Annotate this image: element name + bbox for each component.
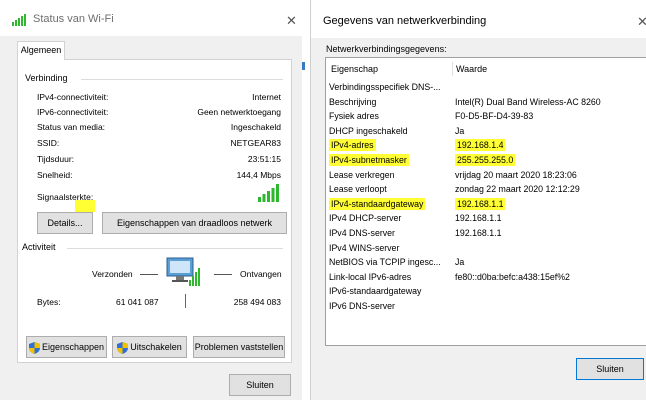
property-name: IPv6-standaardgateway [329, 286, 422, 297]
section-label: Netwerkverbindingsgegevens: [326, 44, 447, 54]
sent-label: Verzonden [92, 269, 133, 279]
group-divider [81, 79, 283, 80]
property-value: 192.168.1.1 [455, 197, 506, 210]
column-separator[interactable] [452, 62, 453, 76]
details-row[interactable]: Verbindingsspecifiek DNS-... [326, 81, 646, 93]
wifi-signal-icon [12, 14, 26, 26]
close-icon[interactable]: ✕ [286, 14, 297, 27]
column-header-value[interactable]: Waarde [456, 64, 487, 74]
property-value: 192.168.1.4 [455, 139, 506, 152]
row-label: Snelheid: [37, 170, 73, 180]
general-tab-panel: Verbinding IPv4-connectiviteit: Internet… [17, 59, 292, 363]
property-name: IPv4-standaardgateway [329, 197, 426, 210]
property-name: IPv6 DNS-server [329, 301, 395, 311]
uac-shield-icon [117, 341, 129, 354]
group-divider [67, 248, 283, 249]
row-value: Geen netwerktoegang [197, 107, 281, 117]
details-row[interactable]: IPv4-adres 192.168.1.4 [326, 139, 646, 152]
details-row[interactable]: IPv6 DNS-server [326, 300, 646, 312]
tab-general[interactable]: Algemeen [17, 41, 65, 60]
connection-group-label: Verbinding [25, 73, 71, 83]
property-value: 255.255.255.0 [455, 154, 516, 166]
details-row[interactable]: Link-local IPv6-adres fe80::d0ba:befc:a43… [326, 271, 646, 283]
row-value: Internet [252, 92, 281, 102]
net-titlebar: Gegevens van netwerkverbinding ✕ [311, 0, 646, 38]
details-row[interactable]: Fysiek adres F0-D5-BF-D4-39-83 [326, 110, 646, 122]
row-label: SSID: [37, 138, 60, 148]
property-name: Lease verloopt [329, 184, 387, 195]
property-name: Fysiek adres [329, 111, 379, 122]
row-label: Status van media: [37, 122, 106, 132]
property-name: DHCP ingeschakeld [329, 125, 408, 136]
close-button[interactable]: Sluiten [576, 358, 644, 380]
details-row[interactable]: IPv6-standaardgateway [326, 285, 646, 297]
row-label: IPv4-connectiviteit: [37, 92, 109, 102]
property-value: Ja [455, 125, 465, 136]
property-name: IPv4-adres [329, 139, 376, 152]
wifi-titlebar: Status van Wi-Fi ✕ [0, 0, 302, 36]
network-computer-icon [166, 257, 200, 286]
property-name: IPv4 WINS-server [329, 242, 400, 253]
uac-shield-icon [28, 341, 40, 354]
bytes-divider [185, 294, 186, 308]
property-name: Lease verkregen [329, 169, 395, 180]
row-value: NETGEAR83 [230, 138, 281, 148]
row-label: Tijdsduur: [37, 154, 75, 164]
details-row[interactable]: IPv4 WINS-server [326, 242, 646, 254]
details-button[interactable]: Details... [37, 212, 93, 234]
details-row[interactable]: NetBIOS via TCPIP ingesc... Ja [326, 256, 646, 268]
property-value: Ja [455, 257, 465, 268]
sent-line [140, 274, 158, 275]
diagnose-button[interactable]: Problemen vaststellen [193, 336, 285, 358]
property-value: vrijdag 20 maart 2020 18:23:06 [455, 169, 577, 180]
disable-button[interactable]: Uitschakelen [112, 336, 187, 358]
properties-button-label: Eigenschappen [41, 342, 105, 352]
row-label: IPv6-connectiviteit: [37, 107, 109, 117]
property-name: NetBIOS via TCPIP ingesc... [329, 257, 441, 268]
details-row[interactable]: IPv4-subnetmasker 255.255.255.0 [326, 154, 646, 166]
property-value: zondag 22 maart 2020 12:12:29 [455, 184, 580, 195]
network-details-window: Gegevens van netwerkverbinding ✕ Netwerk… [310, 0, 646, 400]
property-name: IPv4 DHCP-server [329, 213, 402, 224]
details-row[interactable]: IPv4 DHCP-server 192.168.1.1 [326, 212, 646, 224]
received-label: Ontvangen [240, 269, 282, 279]
activity-group-label: Activiteit [22, 242, 59, 252]
close-icon[interactable]: ✕ [637, 15, 646, 28]
window-title: Gegevens van netwerkverbinding [323, 15, 487, 27]
property-value: F0-D5-BF-D4-39-83 [455, 111, 534, 122]
window-title: Status van Wi-Fi [33, 13, 114, 25]
details-row[interactable]: IPv4 DNS-server 192.168.1.1 [326, 227, 646, 239]
column-header-property[interactable]: Eigenschap [331, 64, 378, 74]
signal-strength-icon [258, 184, 279, 202]
details-row[interactable]: Lease verloopt zondag 22 maart 2020 12:12… [326, 183, 646, 195]
property-value: Intel(R) Dual Band Wireless-AC 8260 [455, 96, 601, 107]
received-line [214, 274, 232, 275]
bytes-label: Bytes: [37, 297, 61, 307]
property-name: Link-local IPv6-adres [329, 271, 412, 282]
bytes-received-value: 258 494 083 [233, 297, 281, 307]
wireless-properties-button[interactable]: Eigenschappen van draadloos netwerk [102, 212, 287, 234]
property-value: 192.168.1.1 [455, 213, 502, 224]
details-row[interactable]: Lease verkregen vrijdag 20 maart 2020 18:… [326, 169, 646, 181]
details-row[interactable]: IPv4-standaardgateway 192.168.1.1 [326, 197, 646, 210]
details-list[interactable]: Eigenschap Waarde Verbindingsspecifiek D… [325, 57, 646, 346]
disable-button-label: Uitschakelen [130, 342, 182, 352]
row-value: Ingeschakeld [230, 122, 281, 132]
row-value: 23:51:15 [247, 154, 281, 164]
row-value: 144,4 Mbps [236, 170, 281, 180]
wifi-status-window: Status van Wi-Fi ✕ Algemeen Verbinding I… [0, 0, 302, 400]
property-name: Verbindingsspecifiek DNS-... [329, 82, 441, 92]
close-button[interactable]: Sluiten [229, 374, 291, 396]
property-name: Beschrijving [329, 96, 377, 107]
bytes-sent-value: 61 041 087 [116, 297, 159, 307]
property-value: 192.168.1.1 [455, 228, 502, 238]
property-name: IPv4-subnetmasker [329, 154, 409, 166]
details-row[interactable]: Beschrijving Intel(R) Dual Band Wireless-… [326, 96, 646, 108]
properties-button[interactable]: Eigenschappen [26, 336, 107, 358]
details-row[interactable]: DHCP ingeschakeld Ja [326, 125, 646, 137]
property-name: IPv4 DNS-server [329, 228, 395, 238]
property-value: fe80::d0ba:befc:a438:15ef%2 [455, 271, 570, 282]
highlight-mark [75, 200, 95, 212]
